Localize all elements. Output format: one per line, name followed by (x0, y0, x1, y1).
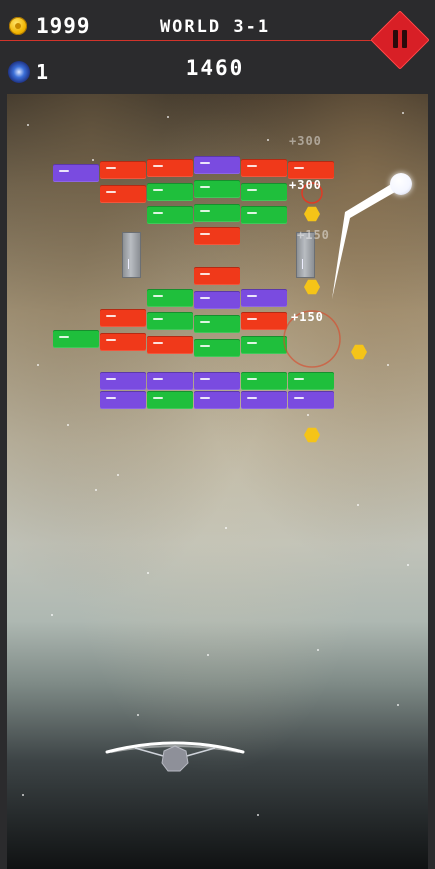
hud-bar: 1999 WORLD 3-1 1 1460 (0, 0, 435, 94)
ball-trail (332, 180, 402, 299)
score-popup: +150 (291, 310, 324, 324)
score: 1460 (185, 56, 245, 80)
hud-divider (0, 40, 372, 41)
score-popup: +300 (289, 134, 322, 148)
paddle-core-icon (161, 745, 189, 772)
pause-button[interactable] (370, 10, 430, 70)
score-popup: +300 (289, 178, 322, 192)
gold-coin-icon (9, 17, 27, 35)
paddle[interactable] (105, 736, 245, 786)
game-field[interactable]: +300 +300 +150 +150 (7, 94, 428, 869)
blue-orb-icon (8, 61, 30, 83)
pause-diamond (370, 10, 430, 70)
coin-count: 1999 (36, 14, 91, 38)
pause-icon (393, 30, 398, 48)
ball (390, 173, 412, 195)
score-popup: +150 (297, 228, 330, 242)
world-label: WORLD 3-1 (159, 17, 271, 37)
pause-icon (402, 30, 407, 48)
orb-count: 1 (36, 60, 49, 84)
